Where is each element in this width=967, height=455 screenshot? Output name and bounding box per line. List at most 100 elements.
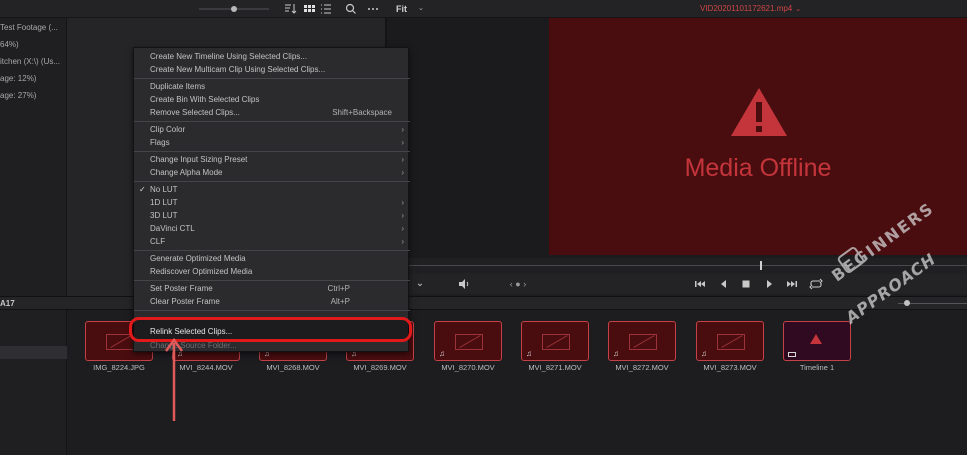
- menu-item-remove-clips[interactable]: Remove Selected Clips... Shift+Backspace: [134, 107, 410, 119]
- chevron-right-icon: ›: [401, 168, 404, 177]
- menu-item-create-multicam[interactable]: Create New Multicam Clip Using Selected …: [134, 64, 410, 76]
- audio-note-icon: ♫: [526, 349, 532, 358]
- menu-item-flags[interactable]: Flags ›: [134, 137, 410, 149]
- clip-thumbnail[interactable]: ♫: [434, 321, 502, 361]
- menu-item-1d-lut[interactable]: 1D LUT ›: [134, 197, 410, 209]
- step-back-icon[interactable]: [717, 277, 731, 291]
- offline-frame-icon: [455, 334, 483, 350]
- chevron-right-icon: ›: [401, 198, 404, 207]
- menu-item-clip-color[interactable]: Clip Color ›: [134, 124, 410, 136]
- chevron-right-icon: ›: [401, 125, 404, 134]
- chevron-down-icon[interactable]: ⌄: [413, 277, 427, 291]
- clip-thumbnail[interactable]: ♫: [696, 321, 764, 361]
- clip-thumbnail[interactable]: ♫: [608, 321, 676, 361]
- top-toolbar: Fit ⌄ VID20201101172621.mp4 ⌄: [0, 0, 967, 18]
- menu-item-label: Set Poster Frame: [150, 284, 213, 293]
- clip-item[interactable]: ♫ MVI_8270.MOV: [434, 321, 502, 372]
- menu-item-alpha-mode[interactable]: Change Alpha Mode ›: [134, 167, 410, 179]
- offline-frame-icon: [629, 334, 657, 350]
- clip-name: MVI_8269.MOV: [353, 363, 407, 372]
- grid-view-icon[interactable]: [302, 2, 316, 16]
- lower-bin-list: [0, 310, 67, 455]
- menu-item-label: Generate Optimized Media: [150, 254, 246, 263]
- menu-item-label: No LUT: [150, 185, 178, 194]
- menu-item-label: 1D LUT: [150, 198, 178, 207]
- menu-separator: [134, 250, 410, 251]
- chevron-down-icon: ⌄: [418, 5, 424, 12]
- bin-item[interactable]: 64%): [0, 39, 67, 51]
- menu-item-create-bin[interactable]: Create Bin With Selected Clips: [134, 94, 410, 106]
- menu-item-label: Duplicate Items: [150, 82, 206, 91]
- clip-name: MVI_8272.MOV: [615, 363, 669, 372]
- playhead[interactable]: [760, 261, 762, 270]
- menu-item-label: Clear Poster Frame: [150, 297, 220, 306]
- menu-separator: [134, 151, 410, 152]
- audio-note-icon: ♫: [613, 349, 619, 358]
- menu-item-davinci-ctl[interactable]: DaVinci CTL ›: [134, 223, 410, 235]
- section-label: A17: [0, 299, 15, 308]
- clip-item[interactable]: ♫ MVI_8273.MOV: [696, 321, 764, 372]
- bin-item[interactable]: age: 12%): [0, 73, 67, 85]
- chevron-right-icon: ›: [401, 237, 404, 246]
- zoom-fit-dropdown[interactable]: Fit ⌄: [390, 2, 430, 16]
- menu-item-set-poster-frame[interactable]: Set Poster Frame Ctrl+P: [134, 283, 410, 295]
- go-to-end-icon[interactable]: [785, 277, 799, 291]
- volume-icon[interactable]: [457, 277, 471, 291]
- timeline-icon: [788, 352, 796, 357]
- menu-item-label: Rediscover Optimized Media: [150, 267, 253, 276]
- menu-separator: [134, 280, 410, 281]
- menu-item-label: DaVinci CTL: [150, 224, 195, 233]
- offline-frame-icon: [542, 334, 570, 350]
- list-view-icon[interactable]: [319, 2, 333, 16]
- context-menu: Create New Timeline Using Selected Clips…: [133, 47, 410, 352]
- more-icon[interactable]: [366, 2, 380, 16]
- warning-icon: [731, 88, 787, 136]
- go-to-start-icon[interactable]: [693, 277, 707, 291]
- menu-item-clf[interactable]: CLF ›: [134, 236, 410, 248]
- clip-title-text: VID20201101172621.mp4: [700, 4, 793, 13]
- menu-item-create-timeline[interactable]: Create New Timeline Using Selected Clips…: [134, 51, 410, 63]
- sort-icon[interactable]: [283, 2, 297, 16]
- chevron-right-icon: ›: [401, 155, 404, 164]
- clip-name: MVI_8273.MOV: [703, 363, 757, 372]
- audio-note-icon: ♫: [701, 349, 707, 358]
- clip-item[interactable]: ♫ MVI_8272.MOV: [608, 321, 676, 372]
- menu-item-generate-optimized[interactable]: Generate Optimized Media: [134, 253, 410, 265]
- thumbnail-size-slider-handle[interactable]: [231, 6, 237, 12]
- menu-item-rediscover-optimized[interactable]: Rediscover Optimized Media: [134, 266, 410, 278]
- menu-item-duplicate[interactable]: Duplicate Items: [134, 81, 410, 93]
- menu-item-label: Create Bin With Selected Clips: [150, 95, 260, 104]
- menu-item-label: Remove Selected Clips...: [150, 108, 240, 117]
- menu-item-3d-lut[interactable]: 3D LUT ›: [134, 210, 410, 222]
- media-offline-text: Media Offline: [684, 154, 832, 182]
- chevron-right-icon: ›: [401, 224, 404, 233]
- menu-item-label: CLF: [150, 237, 166, 246]
- stop-icon[interactable]: [739, 277, 753, 291]
- menu-item-no-lut[interactable]: ✓ No LUT: [134, 184, 410, 196]
- clip-item[interactable]: ♫ MVI_8271.MOV: [521, 321, 589, 372]
- search-icon[interactable]: [344, 2, 358, 16]
- clip-thumbnail[interactable]: ♫: [521, 321, 589, 361]
- menu-item-label: Flags: [150, 138, 170, 147]
- menu-item-clear-poster-frame[interactable]: Clear Poster Frame Alt+P: [134, 296, 410, 308]
- viewer-clip-title[interactable]: VID20201101172621.mp4 ⌄: [700, 2, 801, 16]
- menu-separator: [134, 310, 410, 311]
- bin-item[interactable]: itchen (X:\) (Us...: [0, 56, 67, 68]
- play-icon[interactable]: [762, 277, 776, 291]
- clip-name: Timeline 1: [799, 363, 835, 372]
- menu-separator: [134, 78, 410, 79]
- menu-item-relink-clips[interactable]: Relink Selected Clips...: [134, 326, 410, 338]
- watermark-logo: BEGINNERS APPROACH: [818, 198, 963, 342]
- menu-item-label: Create New Timeline Using Selected Clips…: [150, 52, 307, 61]
- clip-name: MVI_8268.MOV: [266, 363, 320, 372]
- menu-item-label: Change Input Sizing Preset: [150, 155, 248, 164]
- selected-bin-row[interactable]: [0, 346, 67, 359]
- clip-navigation[interactable]: ‹ ● ›: [503, 277, 533, 291]
- chevron-right-icon: ›: [401, 211, 404, 220]
- chevron-right-icon: ›: [401, 138, 404, 147]
- menu-item-input-sizing[interactable]: Change Input Sizing Preset ›: [134, 154, 410, 166]
- bin-item[interactable]: age: 27%): [0, 90, 67, 102]
- bin-item[interactable]: Test Footage (...: [0, 22, 67, 34]
- menu-shortcut: Ctrl+P: [327, 284, 350, 293]
- clip-name: MVI_8270.MOV: [441, 363, 495, 372]
